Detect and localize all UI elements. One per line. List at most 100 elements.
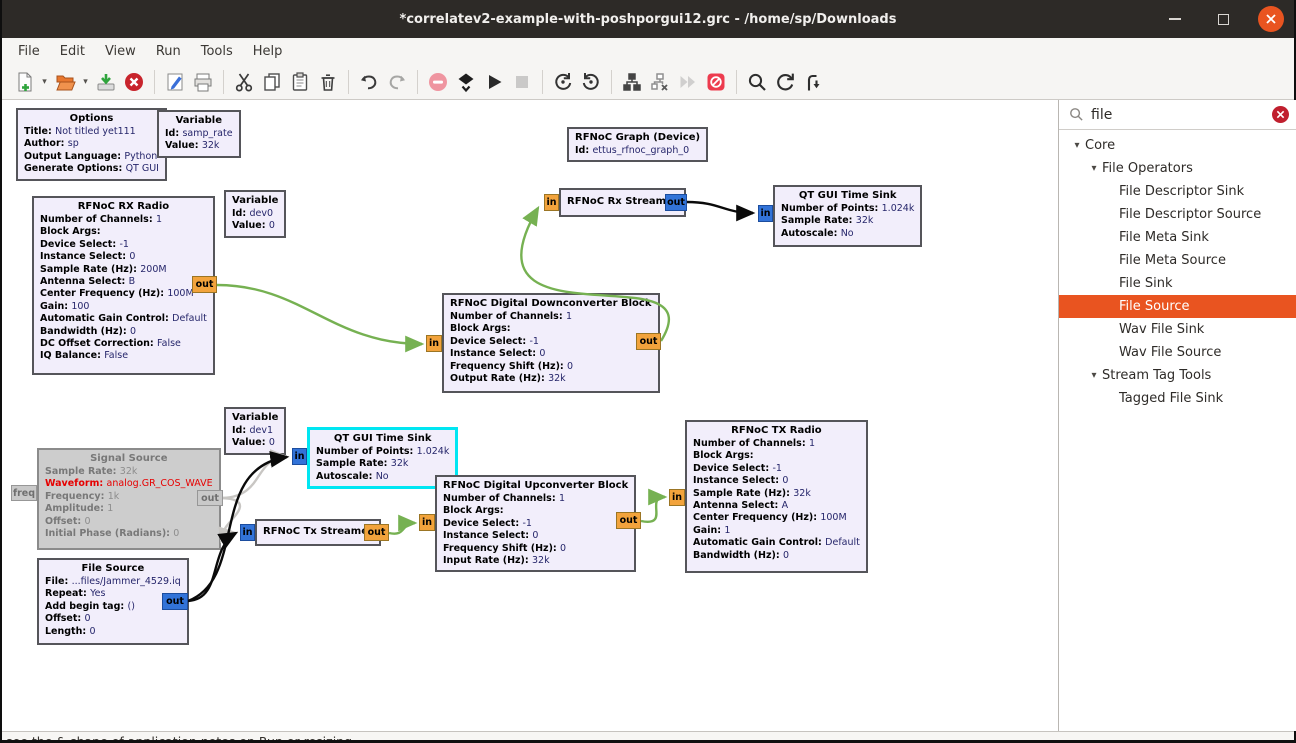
port-out-rfnoc-tx-streamer[interactable]: out [364,524,389,541]
cut-button[interactable] [230,68,258,96]
tree-item-file-meta-sink[interactable]: File Meta Sink [1059,226,1296,249]
expander-icon[interactable]: ▾ [1086,370,1102,381]
flowgraph-canvas[interactable]: OptionsTitle: Not titled yet111Author: s… [2,100,1058,731]
kill-flowgraph-button[interactable] [508,68,536,96]
new-file-caret[interactable]: ▾ [38,68,51,96]
port-out-file-source[interactable]: out [162,593,188,610]
block-options[interactable]: OptionsTitle: Not titled yet111Author: s… [16,108,167,181]
port-out-rfnoc-rx-streamer[interactable]: out [665,194,687,211]
menu-tools[interactable]: Tools [191,41,243,62]
menu-help[interactable]: Help [243,41,293,62]
edit-properties-button[interactable] [161,68,189,96]
execute-flowgraph-icon [483,71,505,93]
block-title: File Source [45,562,181,576]
wire-green[interactable] [389,523,415,534]
tree-item-label: Stream Tag Tools [1102,368,1211,383]
menu-run[interactable]: Run [146,41,191,62]
bypass-blocks-button[interactable] [674,68,702,96]
block-param: Length: 0 [45,626,181,638]
wire-green[interactable] [217,285,422,344]
wire-gray[interactable] [223,457,287,498]
save-file-button[interactable] [92,68,120,96]
open-file-caret[interactable]: ▾ [79,68,92,96]
tree-item-stream-tag-tools[interactable]: ▾Stream Tag Tools [1059,364,1296,387]
block-rfnoc-digital-upconverter[interactable]: RFNoC Digital Upconverter BlockNumber of… [435,475,636,572]
rotate-ccw-button[interactable] [549,68,577,96]
menu-view[interactable]: View [95,41,146,62]
block-rfnoc-graph-device[interactable]: RFNoC Graph (Device)Id: ettus_rfnoc_grap… [567,127,708,162]
block-rfnoc-rx-radio[interactable]: RFNoC RX RadioNumber of Channels: 1Block… [32,196,215,375]
tree-item-label: File Meta Sink [1119,230,1209,245]
restore-button[interactable] [1210,6,1236,32]
block-rfnoc-tx-radio[interactable]: RFNoC TX RadioNumber of Channels: 1Block… [685,420,868,573]
port-in-qt-gui-time-sink-rx[interactable]: in [758,205,773,222]
tree-item-tagged-file-sink[interactable]: Tagged File Sink [1059,387,1296,410]
tree-item-file-source[interactable]: File Source [1059,295,1296,318]
port-freq-signal-source[interactable]: freq [11,485,37,501]
port-out-rfnoc-rx-radio[interactable]: out [192,276,217,293]
undo-button[interactable] [355,68,383,96]
close-file-button[interactable] [120,68,148,96]
block-rfnoc-tx-streamer[interactable]: RFNoC Tx Streamer [255,519,381,546]
port-out-rfnoc-digital-downconverter[interactable]: out [636,333,661,350]
find-block-icon [746,71,768,93]
block-search-input[interactable] [1091,107,1265,123]
find-block-button[interactable] [743,68,771,96]
generate-flowgraph-icon [455,71,477,93]
delete-button[interactable] [314,68,342,96]
tree-item-file-meta-source[interactable]: File Meta Source [1059,249,1296,272]
tree-item-core[interactable]: ▾Core [1059,134,1296,157]
copy-button[interactable] [258,68,286,96]
rotate-cw-button[interactable] [577,68,605,96]
tree-item-wav-file-source[interactable]: Wav File Source [1059,341,1296,364]
tree-item-file-sink[interactable]: File Sink [1059,272,1296,295]
port-in-rfnoc-tx-streamer[interactable]: in [240,524,255,541]
tree-item-file-operators[interactable]: ▾File Operators [1059,157,1296,180]
parser-errors-button[interactable] [799,68,827,96]
block-variable-dev0[interactable]: VariableId: dev0Value: 0 [224,190,286,238]
execute-flowgraph-button[interactable] [480,68,508,96]
tree-item-file-descriptor-source[interactable]: File Descriptor Source [1059,203,1296,226]
toggle-disabled-blocks-button[interactable] [702,68,730,96]
tree-item-file-descriptor-sink[interactable]: File Descriptor Sink [1059,180,1296,203]
enable-blocks-button[interactable] [618,68,646,96]
reload-blocks-button[interactable] [771,68,799,96]
paste-button[interactable] [286,68,314,96]
port-in-rfnoc-rx-streamer[interactable]: in [544,194,559,211]
print-button[interactable] [189,68,217,96]
block-signal-source[interactable]: Signal SourceSample Rate: 32kWaveform: a… [37,448,221,550]
open-file-button[interactable] [51,68,79,96]
port-in-rfnoc-digital-upconverter[interactable]: in [419,514,435,531]
toolbar-separator [417,70,418,94]
block-variable-samp-rate[interactable]: VariableId: samp_rateValue: 32k [157,110,241,158]
wire-green[interactable] [641,497,665,522]
main-area: OptionsTitle: Not titled yet111Author: s… [2,100,1294,731]
generate-flowgraph-button[interactable] [452,68,480,96]
block-title: RFNoC Digital Downconverter Block [450,297,652,311]
block-rfnoc-digital-downconverter[interactable]: RFNoC Digital Downconverter BlockNumber … [442,293,660,393]
clear-search-button[interactable] [1272,106,1289,123]
toolbar: ▾▾ [2,64,1294,100]
wire-gray[interactable] [223,498,240,533]
expander-icon[interactable]: ▾ [1086,163,1102,174]
redo-button[interactable] [383,68,411,96]
minimize-button[interactable] [1162,6,1188,32]
tree-item-wav-file-sink[interactable]: Wav File Sink [1059,318,1296,341]
port-out-rfnoc-digital-upconverter[interactable]: out [616,512,641,529]
block-variable-dev1[interactable]: VariableId: dev1Value: 0 [224,407,286,455]
disable-blocks-button[interactable] [646,68,674,96]
new-file-button[interactable] [10,68,38,96]
port-in-rfnoc-tx-radio[interactable]: in [669,489,685,506]
view-errors-button[interactable] [424,68,452,96]
block-param: Gain: 100 [40,301,207,313]
menu-edit[interactable]: Edit [50,41,95,62]
port-in-qt-gui-time-sink-tx[interactable]: in [292,448,307,465]
port-in-rfnoc-digital-downconverter[interactable]: in [426,335,442,352]
expander-icon[interactable]: ▾ [1069,140,1085,151]
port-out-signal-source[interactable]: out [197,490,223,506]
menu-file[interactable]: File [8,41,50,62]
close-window-button[interactable] [1258,6,1284,32]
block-param: Block Args: [693,450,860,462]
block-qt-gui-time-sink-rx[interactable]: QT GUI Time SinkNumber of Points: 1.024k… [773,185,922,247]
wire-black[interactable] [687,202,753,213]
